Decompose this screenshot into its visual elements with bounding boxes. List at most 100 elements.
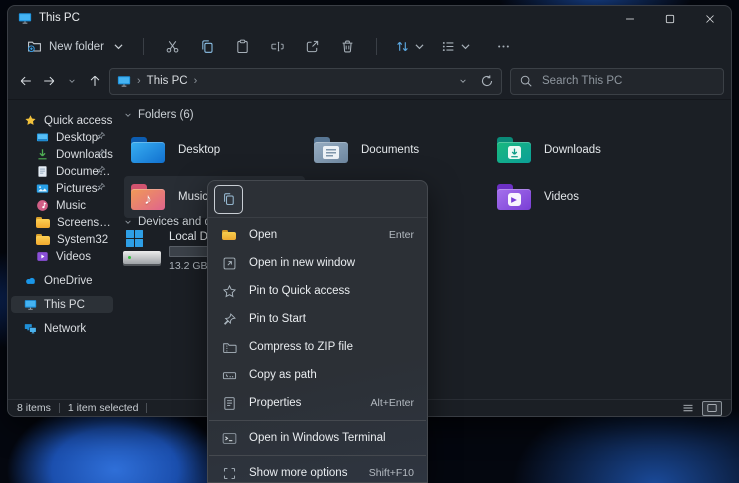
minimize-icon (623, 12, 637, 26)
back-button[interactable] (14, 68, 37, 94)
sort-button[interactable] (388, 39, 434, 54)
menu-item-label: Pin to Start (249, 313, 306, 325)
this-pc-icon (18, 11, 32, 25)
window-title: This PC (39, 12, 80, 24)
menu-item-shortcut: Shift+F10 (361, 467, 414, 479)
sidebar-item-label: System32 (57, 234, 108, 246)
rename-button[interactable] (260, 34, 295, 60)
open-folder-icon (221, 230, 237, 241)
context-menu-list: OpenEnterOpen in new windowPin to Quick … (208, 218, 427, 483)
new-folder-button[interactable]: New folder (21, 36, 132, 57)
address-bar: › This PC › (8, 63, 731, 100)
sort-icon (395, 39, 410, 54)
drive-led (128, 256, 131, 259)
sidebar-item-documents[interactable]: Documents (11, 163, 113, 180)
up-arrow-icon (88, 74, 102, 88)
sidebar-item-pictures[interactable]: Pictures (11, 180, 113, 197)
paste-button[interactable] (225, 34, 260, 60)
context-menu-item-show-more-options[interactable]: Show more options Shift+F10 (208, 459, 427, 483)
folder-icon (36, 217, 50, 228)
cut-button[interactable] (155, 34, 190, 60)
maximize-button[interactable] (650, 7, 690, 31)
chevron-down-icon (458, 39, 473, 54)
tile-desktop[interactable]: Desktop (124, 129, 305, 171)
terminal-icon (221, 431, 237, 446)
menu-item-label: Show more options (249, 467, 347, 479)
back-arrow-icon (19, 74, 33, 88)
sidebar-item-this-pc[interactable]: This PC (11, 296, 113, 313)
close-icon (703, 12, 717, 26)
sidebar-item-label: This PC (44, 299, 85, 311)
new-folder-label: New folder (49, 41, 104, 53)
music-folder-icon: ♪ (131, 184, 165, 211)
forward-button[interactable] (37, 68, 60, 94)
sidebar-item-music[interactable]: Music (11, 197, 113, 214)
windows-logo-icon (126, 230, 143, 247)
network-icon (24, 322, 37, 335)
folder-icon (36, 234, 50, 245)
pin-icon (96, 165, 106, 178)
this-pc-icon (24, 298, 37, 311)
search-box[interactable] (510, 68, 724, 95)
large-icons-view-button[interactable] (702, 401, 722, 416)
tile-downloads[interactable]: Downloads (490, 129, 671, 171)
context-menu-item-pin-to-quick-access[interactable]: Pin to Quick access (208, 277, 427, 305)
close-button[interactable] (690, 7, 730, 31)
context-menu-item-open-in-windows-terminal[interactable]: Open in Windows Terminal (208, 424, 427, 452)
sidebar-item-downloads[interactable]: Downloads (11, 146, 113, 163)
share-icon (305, 39, 320, 54)
sidebar-item-videos[interactable]: Videos (11, 248, 113, 265)
details-view-button[interactable] (679, 402, 697, 415)
context-menu-item-pin-to-start[interactable]: Pin to Start (208, 305, 427, 333)
quick-action-copy-button[interactable] (214, 185, 243, 214)
sidebar-item-label: Screenshots (57, 217, 113, 229)
toolbar-buttons (155, 34, 365, 60)
details-view-icon (682, 402, 694, 414)
chevron-down-icon (123, 217, 133, 227)
sidebar-item-screenshots[interactable]: Screenshots (11, 214, 113, 231)
tile-videos[interactable]: ▶ Videos (490, 176, 671, 218)
items-count: 8 items (17, 402, 51, 414)
view-list-icon (441, 39, 456, 54)
show-more-icon (221, 466, 237, 481)
sidebar-item-label: Network (44, 323, 86, 335)
address-box[interactable]: › This PC › (109, 68, 502, 95)
context-menu-item-open-in-new-window[interactable]: Open in new window (208, 249, 427, 277)
new-window-icon (221, 256, 237, 271)
sidebar-item-desktop[interactable]: Desktop (11, 129, 113, 146)
chevron-down-icon[interactable] (458, 76, 468, 86)
breadcrumb-separator: › (194, 75, 198, 87)
share-button[interactable] (295, 34, 330, 60)
sidebar-item-label: Desktop (56, 132, 98, 144)
context-menu-item-properties[interactable]: PropertiesAlt+Enter (208, 389, 427, 417)
sidebar-item-system32[interactable]: System32 (11, 231, 113, 248)
pin-icon (96, 148, 106, 161)
context-menu-item-copy-as-path[interactable]: Copy as path (208, 361, 427, 389)
sidebar-item-network[interactable]: Network (11, 320, 113, 337)
view-button[interactable] (434, 39, 480, 54)
context-menu-item-open[interactable]: OpenEnter (208, 221, 427, 249)
sidebar-item-onedrive[interactable]: OneDrive (11, 272, 113, 289)
refresh-icon[interactable] (480, 74, 494, 88)
downloads-arrow-icon (36, 148, 49, 161)
search-input[interactable] (540, 74, 715, 88)
breadcrumb-separator: › (137, 75, 141, 87)
recent-locations-button[interactable] (60, 68, 83, 94)
new-folder-icon (27, 39, 42, 54)
delete-button[interactable] (330, 34, 365, 60)
tile-label: Videos (544, 191, 579, 203)
copy-button[interactable] (190, 34, 225, 60)
sidebar-item-quick-access[interactable]: Quick access (11, 112, 113, 129)
minimize-button[interactable] (610, 7, 650, 31)
tile-documents[interactable]: Documents (307, 129, 488, 171)
up-button[interactable] (83, 68, 106, 94)
menu-item-shortcut: Enter (381, 229, 414, 241)
context-menu-item-compress-to-zip-file[interactable]: Compress to ZIP file (208, 333, 427, 361)
more-commands-button[interactable] (486, 34, 521, 60)
sidebar: Quick access Desktop DownloadsDocumentsPic… (8, 99, 116, 399)
videos-folder-icon: ▶ (497, 184, 531, 211)
copy-path-icon (221, 368, 237, 383)
local-disk-icon (123, 229, 163, 267)
command-toolbar: New folder (8, 30, 731, 63)
breadcrumb[interactable]: This PC (147, 75, 188, 87)
